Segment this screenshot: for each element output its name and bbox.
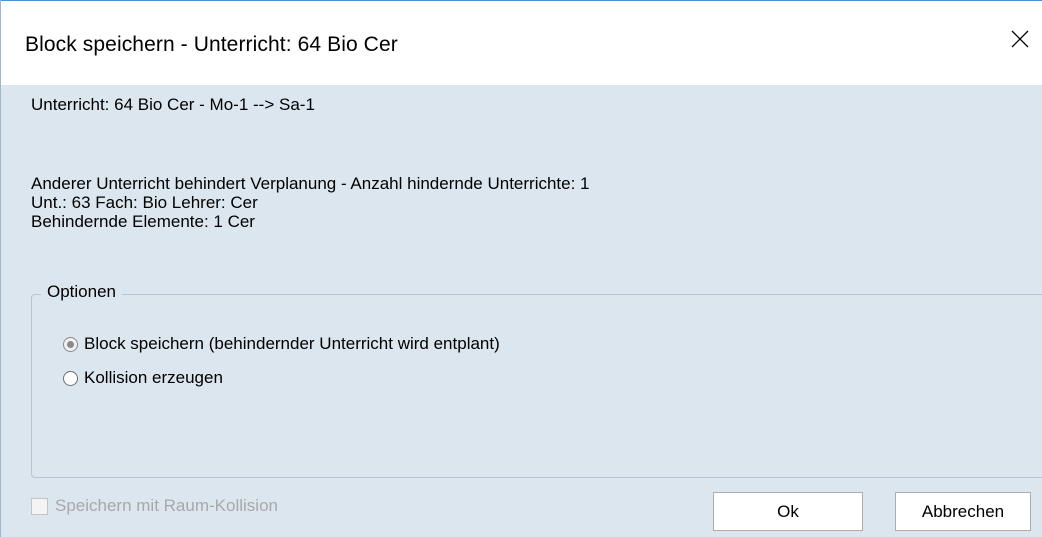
lesson-summary: Unterricht: 64 Bio Cer - Mo-1 --> Sa-1: [31, 95, 315, 114]
close-button[interactable]: [997, 9, 1042, 69]
room-collision-checkbox: [31, 497, 48, 515]
radio-save-block-label: Block speichern (behindernder Unterricht…: [84, 334, 500, 353]
radio-save-block[interactable]: Block speichern (behindernder Unterricht…: [63, 334, 500, 354]
radio-button-checked[interactable]: [63, 336, 78, 352]
room-collision-checkbox-row: Speichern mit Raum-Kollision: [31, 496, 278, 516]
conflict-message: Anderer Unterricht behindert Verplanung …: [31, 174, 590, 193]
radio-create-collision-label: Kollision erzeugen: [84, 368, 223, 387]
title-bar: Block speichern - Unterricht: 64 Bio Cer: [1, 0, 1042, 85]
dialog-title: Block speichern - Unterricht: 64 Bio Cer: [25, 33, 398, 56]
radio-create-collision[interactable]: Kollision erzeugen: [63, 368, 223, 388]
cancel-button[interactable]: Abbrechen: [895, 492, 1031, 531]
radio-button-unchecked[interactable]: [63, 370, 78, 386]
conflict-lesson-details: Unt.: 63 Fach: Bio Lehrer: Cer: [31, 193, 258, 212]
options-legend: Optionen: [41, 282, 122, 302]
close-icon: [1011, 30, 1029, 48]
dialog-window: Block speichern - Unterricht: 64 Bio Cer…: [0, 0, 1042, 537]
room-collision-label: Speichern mit Raum-Kollision: [55, 496, 278, 515]
conflict-elements: Behindernde Elemente: 1 Cer: [31, 212, 255, 231]
ok-button[interactable]: Ok: [713, 492, 863, 531]
radio-dot: [67, 340, 74, 348]
